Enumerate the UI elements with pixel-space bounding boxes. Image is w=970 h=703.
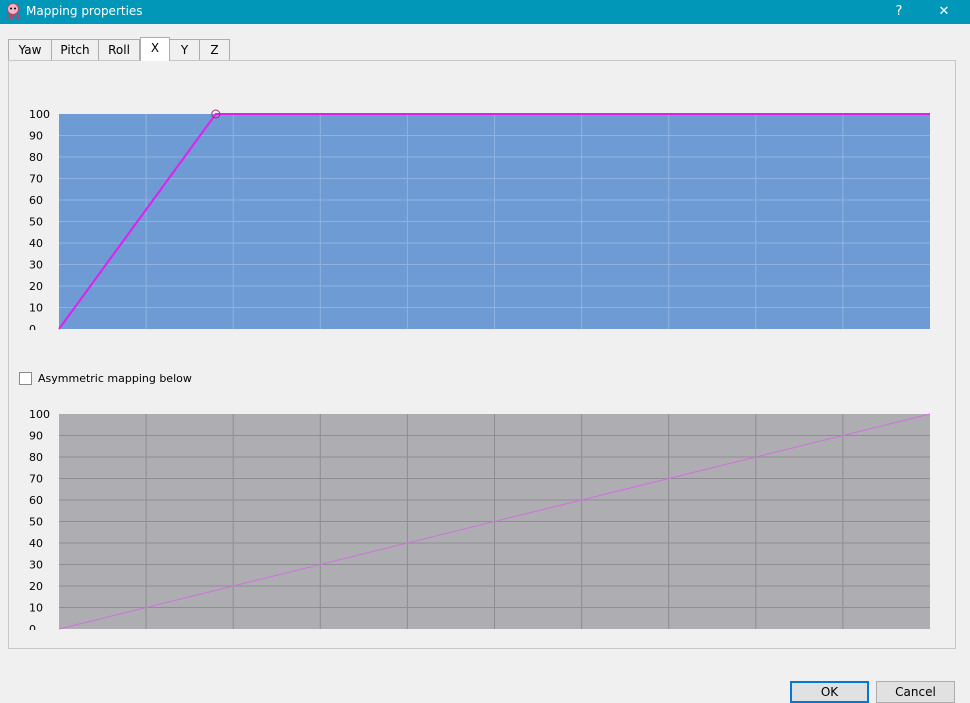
upper-y-tick-label: 90 [29, 130, 43, 143]
dialog-client-area: Yaw Pitch Roll X Y Z 0 10 20 30 40 50 60 70 80 90… [0, 24, 970, 703]
asymmetric-curve-chart: 0102030405060708090100010203040506070809… [29, 408, 931, 630]
upper-y-tick-label: 0 [29, 323, 36, 330]
lower-y-tick-label: 90 [29, 430, 43, 443]
lower-y-tick-label: 40 [29, 537, 43, 550]
upper-y-tick-label: 50 [29, 216, 43, 229]
tab-roll[interactable]: Roll [98, 39, 140, 60]
window-title: Mapping properties [26, 4, 143, 18]
tab-x[interactable]: X [140, 37, 170, 61]
upper-y-tick-label: 30 [29, 259, 43, 272]
lower-y-tick-label: 70 [29, 473, 43, 486]
tab-z[interactable]: Z [199, 39, 230, 60]
lower-y-tick-label: 20 [29, 580, 43, 593]
upper-y-tick-label: 60 [29, 194, 43, 207]
lower-y-tick-label: 100 [29, 408, 50, 421]
lower-y-tick-label: 30 [29, 559, 43, 572]
lower-y-tick-label: 50 [29, 516, 43, 529]
upper-y-tick-label: 100 [29, 108, 50, 121]
tab-y[interactable]: Y [169, 39, 200, 60]
title-bar: Mapping properties ? ✕ [0, 0, 970, 24]
response-curve-chart[interactable]: 0102030405060708090100010203040506070809… [0, 80, 970, 330]
upper-y-tick-label: 80 [29, 151, 43, 164]
lower-y-tick-label: 60 [29, 494, 43, 507]
lower-y-tick-label: 10 [29, 602, 43, 615]
lower-y-tick-label: 80 [29, 451, 43, 464]
lower-y-tick-label: 0 [29, 623, 36, 630]
octopus-app-icon [6, 3, 20, 20]
upper-y-tick-label: 40 [29, 237, 43, 250]
upper-y-tick-label: 20 [29, 280, 43, 293]
upper-y-tick-label: 10 [29, 302, 43, 315]
tab-yaw[interactable]: Yaw [8, 39, 52, 60]
ok-button[interactable]: OK [790, 681, 869, 703]
help-button[interactable]: ? [879, 0, 919, 24]
upper-y-tick-label: 70 [29, 173, 43, 186]
close-button[interactable]: ✕ [924, 0, 964, 24]
cancel-button[interactable]: Cancel [876, 681, 955, 703]
tab-pitch[interactable]: Pitch [51, 39, 99, 60]
